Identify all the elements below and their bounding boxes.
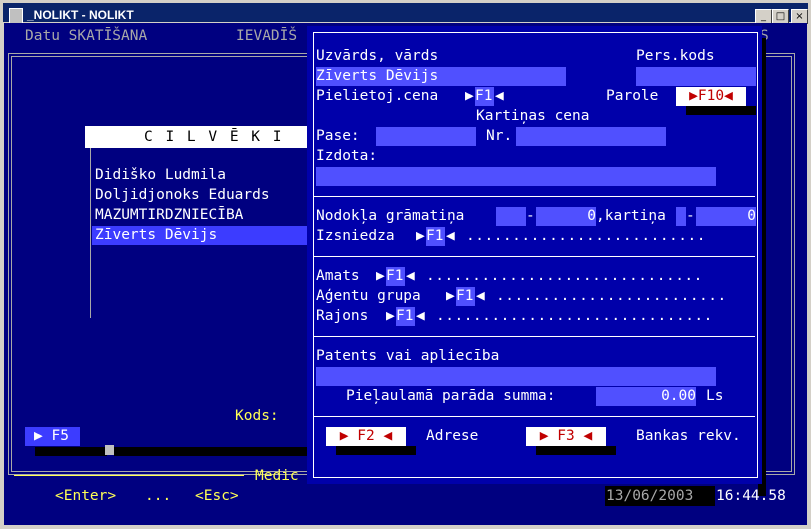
debt-field[interactable]: 0.00 [596,387,696,406]
card-label: ,kartiņa [596,208,666,224]
patent-field[interactable] [316,367,716,386]
title-bar: _NOLIKT - NOLIKT _ □ × [3,3,808,24]
footer-line-left [14,475,244,476]
card-dash: - [686,208,695,224]
app-icon [9,8,23,24]
minimize-button[interactable]: _ [755,9,772,24]
issued-field[interactable] [316,167,716,186]
address-label: Adrese [426,428,479,444]
position-arrow-right-icon: ◀ [406,268,415,284]
scroll-track[interactable] [114,447,310,456]
card-price-label: Kartiņas cena [476,108,590,124]
region-dots: .............................. [436,308,713,324]
region-f1-button[interactable]: F1 [396,307,415,326]
footer-medic: Medic [255,468,299,484]
application-window: _NOLIKT - NOLIKT _ □ × Datu SKATĪŠANA IE… [0,0,811,529]
menu-item-input[interactable]: IEVADĪŠ [236,26,297,46]
tax-dash: - [526,208,535,224]
scroll-thumb[interactable] [105,445,114,455]
name-field[interactable]: Zīverts Dēvijs [316,67,566,86]
price-arrow-right-icon: ◀ [495,88,504,104]
date-display: 13/06/2003 [606,488,694,504]
f10-shadow [686,106,756,115]
passport-number-field[interactable] [516,127,666,146]
separator [314,416,755,417]
card-number-field[interactable]: 0 [696,207,756,226]
issuer-f1-button[interactable]: F1 [426,227,445,246]
tax-book-number-field[interactable]: 0 [536,207,596,226]
person-form-dialog: Uzvārds, vārds Pers.kods Zīverts Dēvijs … [307,26,762,484]
enter-key-hint[interactable]: <Enter> [55,486,116,506]
issuer-arrow-right-icon: ◀ [446,228,455,244]
position-f1-button[interactable]: F1 [386,267,405,286]
agent-arrow-left-icon: ▶ [446,288,455,304]
pers-code-field[interactable] [636,67,756,86]
code-label: Kods: [235,408,279,424]
issuer-arrow-left-icon: ▶ [416,228,425,244]
bank-f3-button[interactable]: ▶ F3 ◀ [526,427,606,446]
agent-group-label: Aģentu grupa [316,288,421,304]
f10-button[interactable]: ▶F10◀ [676,87,746,106]
price-arrow-left-icon: ▶ [465,88,474,104]
separator [314,336,755,337]
pers-code-label: Pers.kods [636,48,715,64]
footer-dots: ... [145,488,172,504]
patent-label: Patents vai apliecība [316,348,500,364]
password-label: Parole [606,88,659,104]
agent-f1-button[interactable]: F1 [456,287,475,306]
position-dots: .............................. [426,268,703,284]
separator [314,196,755,197]
issuer-label: Izsniedza [316,228,395,244]
price-label: Pielietoj.cena [316,88,439,104]
tax-book-label: Nodokļa grāmatiņa [316,208,465,224]
position-arrow-left-icon: ▶ [376,268,385,284]
passport-label: Pase: [316,128,360,144]
f5-button[interactable]: ▶ F5 [34,426,69,446]
currency-label: Ls [706,388,724,404]
price-f1-button[interactable]: F1 [475,87,494,106]
list-item-selected[interactable]: Zīverts Dēvijs [95,225,217,245]
address-f2-button[interactable]: ▶ F2 ◀ [326,427,406,446]
region-arrow-right-icon: ◀ [416,308,425,324]
menu-item-view[interactable]: Datu SKATĪŠANA [25,26,147,46]
tax-book-series-field[interactable] [496,207,526,226]
position-label: Amats [316,268,360,284]
f5-shadow [35,447,107,456]
list-item[interactable]: MAZUMTIRDZNIECĪBA [95,205,243,225]
agent-arrow-right-icon: ◀ [476,288,485,304]
debt-label: Pieļaulamā parāda summa: [346,388,556,404]
region-label: Rajons [316,308,369,324]
time-display: 16:44:58 [716,488,786,504]
passport-nr-label: Nr. [486,128,513,144]
region-arrow-left-icon: ▶ [386,308,395,324]
close-button[interactable]: × [791,9,808,24]
esc-key-hint[interactable]: <Esc> [195,486,239,506]
bank-label: Bankas rekv. [636,428,741,444]
separator [314,256,755,257]
card-series-field[interactable] [676,207,686,226]
list-item[interactable]: Doljidjonoks Eduards [95,185,270,205]
issuer-dots: .......................... [466,228,706,244]
f3-shadow [536,446,616,455]
agent-dots: ......................... [496,288,727,304]
issued-label: Izdota: [316,148,378,164]
maximize-button[interactable]: □ [772,9,789,24]
f2-shadow [336,446,416,455]
list-title: C I L V Ē K I [144,129,284,145]
console-area: Datu SKATĪŠANA IEVADĪŠ S C I L V Ē K I D… [4,23,807,525]
passport-series-field[interactable] [376,127,476,146]
name-label: Uzvārds, vārds [316,48,439,64]
list-item[interactable]: Didiško Ludmila [95,165,226,185]
